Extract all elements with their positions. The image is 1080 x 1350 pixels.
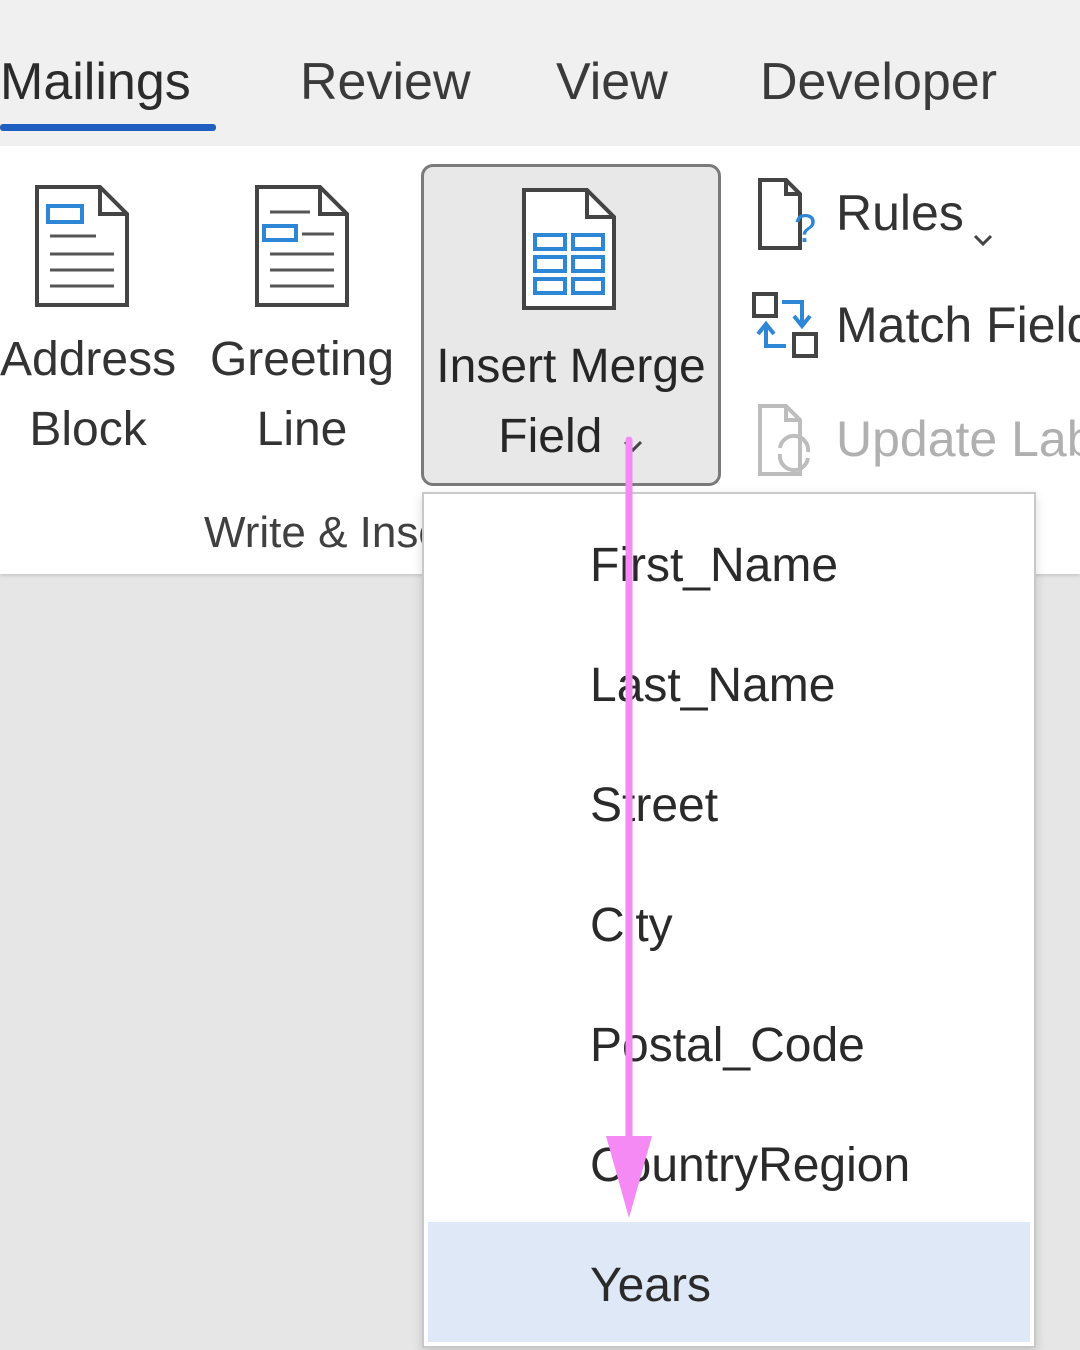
merge-field-label: Postal_Code [590, 1019, 865, 1072]
active-tab-indicator [0, 124, 216, 131]
address-block-label-2: Block [29, 403, 147, 456]
rules-label: Rules [836, 185, 964, 241]
update-labels-icon [750, 402, 822, 482]
merge-field-item-street[interactable]: Street [428, 742, 1030, 862]
merge-field-item-country-region[interactable]: CountryRegion [428, 1102, 1030, 1222]
ribbon-tab-bar: Mailings Review View Developer [0, 0, 1080, 146]
tab-mailings[interactable]: Mailings [0, 52, 191, 112]
merge-field-dropdown: First_Name Last_Name Street City Postal_… [422, 492, 1036, 1348]
rules-button[interactable]: ? Rules [750, 176, 1050, 256]
merge-field-item-city[interactable]: City [428, 862, 1030, 982]
svg-text:?: ? [794, 207, 816, 251]
address-block-label-1: Address [0, 333, 177, 386]
address-block-button[interactable]: Address Block [0, 146, 176, 476]
merge-field-label: CountryRegion [590, 1139, 911, 1192]
merge-field-label: Years [590, 1259, 711, 1312]
update-labels-button[interactable]: Update Labels [750, 402, 1080, 482]
insert-merge-field-label-2: Field [498, 410, 603, 463]
chevron-down-icon [622, 405, 644, 473]
greeting-line-button[interactable]: Greeting Line [204, 146, 400, 476]
insert-merge-field-icon [521, 187, 617, 316]
merge-field-label: City [590, 899, 673, 952]
merge-field-item-first-name[interactable]: First_Name [428, 502, 1030, 622]
insert-merge-field-label-1: Insert Merge [436, 340, 706, 393]
update-labels-label: Update Labels [836, 411, 1080, 467]
merge-field-label: Last_Name [590, 659, 836, 712]
merge-field-item-postal-code[interactable]: Postal_Code [428, 982, 1030, 1102]
merge-field-label: Street [590, 779, 719, 832]
address-block-icon [34, 184, 130, 313]
rules-icon: ? [750, 176, 822, 264]
match-fields-icon [750, 288, 822, 368]
merge-field-item-last-name[interactable]: Last_Name [428, 622, 1030, 742]
match-fields-button[interactable]: Match Fields [750, 288, 1080, 368]
greeting-line-label-2: Line [256, 403, 348, 456]
merge-field-label: First_Name [590, 539, 839, 592]
greeting-line-label-1: Greeting [209, 333, 395, 386]
greeting-line-icon [254, 184, 350, 313]
tab-developer[interactable]: Developer [760, 52, 997, 112]
tab-view[interactable]: View [556, 52, 668, 112]
insert-merge-field-button[interactable]: Insert Merge Field [421, 164, 721, 486]
tab-review[interactable]: Review [300, 52, 471, 112]
rules-chevron-down-icon [972, 202, 994, 260]
match-fields-label: Match Fields [836, 297, 1080, 353]
merge-field-item-years[interactable]: Years [428, 1222, 1030, 1342]
